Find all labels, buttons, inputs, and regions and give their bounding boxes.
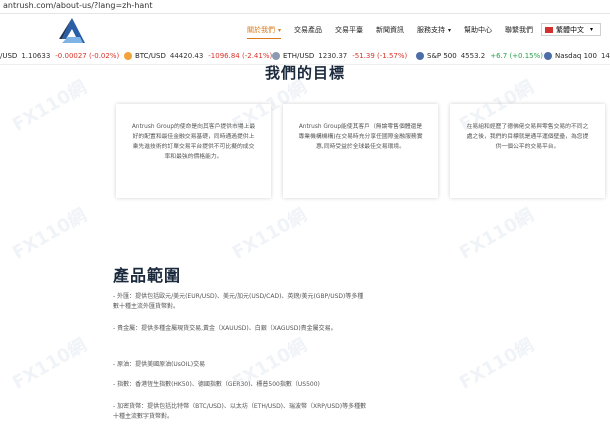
watermark: FX110網 bbox=[8, 204, 91, 264]
ticker-symbol: ETH/USD bbox=[283, 52, 315, 60]
bitcoin-icon bbox=[124, 52, 132, 60]
language-selector[interactable]: 繁體中文 ▾ bbox=[541, 23, 601, 36]
ticker-price: 44420.43 bbox=[169, 52, 204, 60]
ticker-change: -0.00027 (-0.02%) bbox=[55, 52, 120, 60]
scope-line: - 加密貨幣：提供包括比特幣（BTC/USD)、以太坊（ETH/USD)、瑞波幣… bbox=[113, 403, 367, 420]
watermark: FX110網 bbox=[228, 204, 311, 264]
ticker-change: +6.7 (+0.15%) bbox=[490, 52, 544, 60]
nav-item[interactable]: 交易平臺 bbox=[335, 25, 363, 39]
ticker-symbol: /USD bbox=[0, 52, 18, 60]
scope-line: - 指數：香港恆生指數(HK50)、德國指數（GER30)、標普500指數（US… bbox=[113, 381, 320, 388]
nav-item[interactable]: 聯繫我們 bbox=[505, 25, 533, 39]
goal-card-text: 在易組和經歷了德佛佬交易與零售交易的不同之處之後，我們的目標就是通平運個壁壘，為… bbox=[466, 124, 589, 150]
main-nav: 關於我們 ▾ 交易產品 交易平臺 新聞資訊 服務支持 ▾ 幫助中心 聯繫我們 bbox=[247, 25, 546, 39]
nav-item-label: 聯繫我們 bbox=[505, 26, 534, 34]
chevron-down-icon: ▾ bbox=[448, 27, 452, 34]
ticker-symbol: S&P 500 bbox=[427, 52, 457, 60]
watermark: FX110網 bbox=[455, 204, 538, 264]
nav-item[interactable]: 服務支持 ▾ bbox=[417, 25, 451, 39]
watermark: FX110網 bbox=[455, 334, 538, 394]
ticker-price: 1.10633 bbox=[21, 52, 51, 60]
chevron-down-icon: ▾ bbox=[590, 26, 594, 33]
goal-card: Antrush Group的使命是向其客戶提供市場上最好的配置和最佳金融交易基礎… bbox=[116, 104, 271, 198]
goal-card: Antrush Group能使其客戶（無論零售個體還是專業機構機構)在交易時充分… bbox=[283, 104, 438, 198]
us-flag-icon bbox=[416, 52, 424, 60]
ticker-item: BTC/USD 44420.43 -1096.84 (-2.41%) bbox=[124, 52, 272, 60]
nav-item[interactable]: 關於我們 ▾ bbox=[247, 25, 282, 39]
goals-title: 我們的目標 bbox=[264, 64, 345, 82]
watermark: FX110網 bbox=[8, 334, 91, 394]
scope-line: - 原油：提供美國原油(UsOIL)交易 bbox=[113, 361, 206, 368]
nav-item-label: 新聞資訊 bbox=[376, 26, 405, 34]
nav-item[interactable]: 交易產品 bbox=[294, 25, 322, 39]
nav-item[interactable]: 新聞資訊 bbox=[376, 25, 404, 39]
chevron-down-icon: ▾ bbox=[278, 27, 282, 34]
scope-line: - 外匯：提供包括歐元/美元(EUR/USD)、美元/加元(USD/CAD)、英… bbox=[113, 293, 364, 310]
nav-item-label: 關於我們 bbox=[247, 26, 275, 34]
ticker-price: 1230.37 bbox=[318, 52, 348, 60]
ticker-item: ETH/USD 1230.37 -51.39 (-1.57%) bbox=[272, 52, 407, 60]
nav-item-label: 交易產品 bbox=[294, 26, 323, 34]
goal-card: 在易組和經歷了德佛佬交易與零售交易的不同之處之後，我們的目標就是通平運個壁壘，為… bbox=[450, 104, 605, 198]
taiwan-flag-icon bbox=[545, 26, 553, 33]
antrush-logo[interactable] bbox=[58, 17, 86, 44]
language-label: 繁體中文 bbox=[556, 25, 584, 34]
ticker-change: -51.39 (-1.57%) bbox=[352, 52, 408, 60]
goal-card-text: Antrush Group的使命是向其客戶提供市場上最好的配置和最佳金融交易基礎… bbox=[131, 124, 256, 160]
ticker-symbol: BTC/USD bbox=[135, 52, 166, 60]
nav-item-label: 服務支持 bbox=[417, 26, 446, 34]
site-header: 關於我們 ▾ 交易產品 交易平臺 新聞資訊 服務支持 ▾ 幫助中心 聯繫我們 繁體中文 ▾ bbox=[0, 14, 610, 47]
address-bar[interactable]: antrush.com/about-us/?lang=zh-hant bbox=[0, 0, 610, 14]
nav-item-label: 幫助中心 bbox=[464, 26, 493, 34]
ticker-price: 149 bbox=[600, 52, 610, 60]
us-flag-icon bbox=[544, 52, 552, 60]
nav-item-label: 交易平臺 bbox=[335, 26, 364, 34]
ticker-symbol: Nasdaq 100 bbox=[555, 52, 597, 60]
ethereum-icon bbox=[272, 52, 280, 60]
ticker-price: 4553.2 bbox=[460, 52, 486, 60]
ticker-change: -1096.84 (-2.41%) bbox=[208, 52, 273, 60]
ticker-item: /USD 1.10633 -0.00027 (-0.02%) bbox=[0, 52, 119, 60]
url-text: antrush.com/about-us/?lang=zh-hant bbox=[3, 1, 153, 10]
product-scope-title: 產品範圍 bbox=[113, 266, 182, 285]
ticker-item: S&P 500 4553.2 +6.7 (+0.15%) bbox=[416, 52, 543, 60]
nav-item[interactable]: 幫助中心 bbox=[464, 25, 492, 39]
scope-line: - 貴金屬：提供多種金屬現貨交易,黃金（XAUUSD)、白銀（XAGUSD)貴金… bbox=[113, 325, 337, 332]
goal-card-text: Antrush Group能使其客戶（無論零售個體還是專業機構機構)在交易時充分… bbox=[298, 124, 423, 150]
ticker-item: Nasdaq 100149 bbox=[544, 52, 610, 60]
